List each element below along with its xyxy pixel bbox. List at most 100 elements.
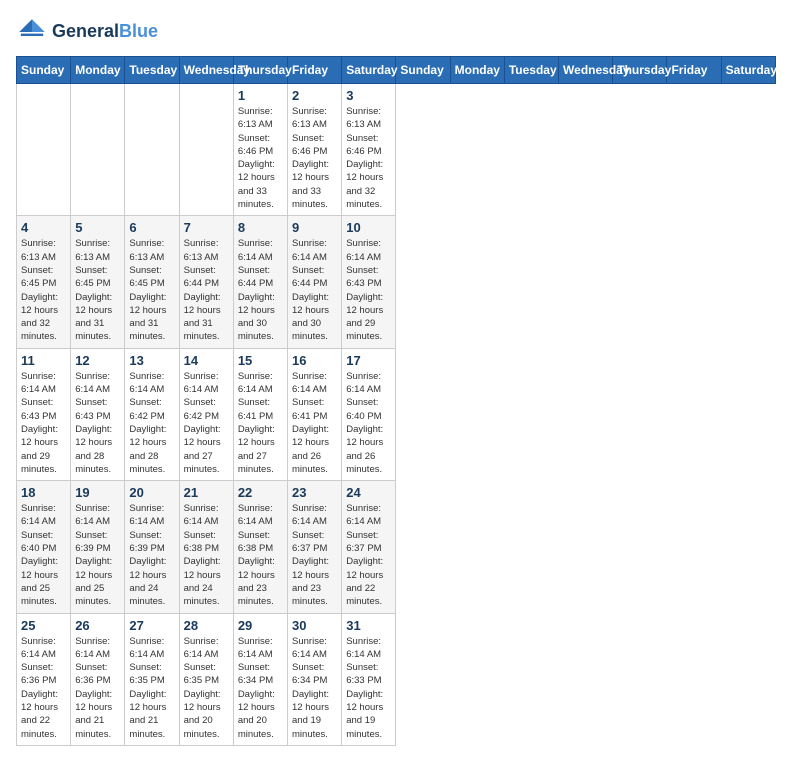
day-cell: 25 Sunrise: 6:14 AM Sunset: 6:36 PM Dayli… [17,613,71,745]
day-info: Sunrise: 6:13 AM Sunset: 6:45 PM Dayligh… [21,237,66,343]
day-cell: 3Sunrise: 6:13 AM Sunset: 6:46 PM Daylig… [342,84,396,216]
col-header-sunday: Sunday [17,57,71,84]
day-info: Sunrise: 6:14 AM Sunset: 6:42 PM Dayligh… [129,370,174,476]
day-cell [17,84,71,216]
logo-text: GeneralBlue [52,22,158,42]
day-info: Sunrise: 6:14 AM Sunset: 6:33 PM Dayligh… [346,635,391,741]
col-header-wednesday: Wednesday [559,57,613,84]
day-cell: 26 Sunrise: 6:14 AM Sunset: 6:36 PM Dayli… [71,613,125,745]
day-number: 17 [346,353,391,368]
day-cell: 2 Sunrise: 6:13 AM Sunset: 6:46 PM Daylig… [288,84,342,216]
day-info: Sunrise: 6:14 AM Sunset: 6:43 PM Dayligh… [75,370,120,476]
col-header-friday: Friday [667,57,721,84]
day-info: Sunrise: 6:13 AM Sunset: 6:46 PM Dayligh… [292,105,337,211]
day-cell: 20 Sunrise: 6:14 AM Sunset: 6:39 PM Dayli… [125,481,179,613]
day-cell: 8Sunrise: 6:14 AM Sunset: 6:44 PM Daylig… [233,216,287,348]
week-row-1: 1 Sunrise: 6:13 AM Sunset: 6:46 PM Daylig… [17,84,776,216]
day-cell: 23 Sunrise: 6:14 AM Sunset: 6:37 PM Dayli… [288,481,342,613]
logo: GeneralBlue [16,16,158,48]
week-row-3: 11 Sunrise: 6:14 AM Sunset: 6:43 PM Dayli… [17,348,776,480]
day-info: Sunrise: 6:13 AM Sunset: 6:45 PM Dayligh… [75,237,120,343]
day-number: 10 [346,220,391,235]
col-header-monday: Monday [450,57,504,84]
day-info: Sunrise: 6:14 AM Sunset: 6:41 PM Dayligh… [238,370,283,476]
col-header-saturday: Saturday [342,57,396,84]
day-cell: 10 Sunrise: 6:14 AM Sunset: 6:43 PM Dayli… [342,216,396,348]
day-cell: 14Sunrise: 6:14 AM Sunset: 6:42 PM Dayli… [179,348,233,480]
day-info: Sunrise: 6:14 AM Sunset: 6:36 PM Dayligh… [75,635,120,741]
page-header: GeneralBlue [16,16,776,48]
col-header-friday: Friday [288,57,342,84]
day-number: 5 [75,220,120,235]
day-number: 18 [21,485,66,500]
day-info: Sunrise: 6:14 AM Sunset: 6:34 PM Dayligh… [238,635,283,741]
day-number: 2 [292,88,337,103]
day-info: Sunrise: 6:14 AM Sunset: 6:38 PM Dayligh… [184,502,229,608]
day-info: Sunrise: 6:14 AM Sunset: 6:44 PM Dayligh… [292,237,337,343]
day-cell: 21 Sunrise: 6:14 AM Sunset: 6:38 PM Dayli… [179,481,233,613]
day-cell: 4Sunrise: 6:13 AM Sunset: 6:45 PM Daylig… [17,216,71,348]
day-info: Sunrise: 6:14 AM Sunset: 6:35 PM Dayligh… [129,635,174,741]
day-info: Sunrise: 6:13 AM Sunset: 6:44 PM Dayligh… [184,237,229,343]
day-info: Sunrise: 6:14 AM Sunset: 6:35 PM Dayligh… [184,635,229,741]
day-cell: 12Sunrise: 6:14 AM Sunset: 6:43 PM Dayli… [71,348,125,480]
day-cell: 30Sunrise: 6:14 AM Sunset: 6:34 PM Dayli… [288,613,342,745]
day-cell: 31 Sunrise: 6:14 AM Sunset: 6:33 PM Dayli… [342,613,396,745]
day-number: 29 [238,618,283,633]
day-cell: 18 Sunrise: 6:14 AM Sunset: 6:40 PM Dayli… [17,481,71,613]
day-info: Sunrise: 6:14 AM Sunset: 6:39 PM Dayligh… [129,502,174,608]
day-cell: 16Sunrise: 6:14 AM Sunset: 6:41 PM Dayli… [288,348,342,480]
day-info: Sunrise: 6:14 AM Sunset: 6:38 PM Dayligh… [238,502,283,608]
day-cell [179,84,233,216]
day-info: Sunrise: 6:14 AM Sunset: 6:39 PM Dayligh… [75,502,120,608]
col-header-saturday: Saturday [721,57,775,84]
col-header-tuesday: Tuesday [504,57,558,84]
day-info: Sunrise: 6:14 AM Sunset: 6:43 PM Dayligh… [21,370,66,476]
day-info: Sunrise: 6:14 AM Sunset: 6:37 PM Dayligh… [292,502,337,608]
col-header-wednesday: Wednesday [179,57,233,84]
day-number: 11 [21,353,66,368]
day-number: 21 [184,485,229,500]
day-number: 27 [129,618,174,633]
day-cell: 28 Sunrise: 6:14 AM Sunset: 6:35 PM Dayli… [179,613,233,745]
day-info: Sunrise: 6:14 AM Sunset: 6:37 PM Dayligh… [346,502,391,608]
week-row-4: 18 Sunrise: 6:14 AM Sunset: 6:40 PM Dayli… [17,481,776,613]
day-number: 26 [75,618,120,633]
day-number: 8 [238,220,283,235]
day-number: 16 [292,353,337,368]
day-cell: 5 Sunrise: 6:13 AM Sunset: 6:45 PM Daylig… [71,216,125,348]
day-info: Sunrise: 6:14 AM Sunset: 6:34 PM Dayligh… [292,635,337,741]
col-header-sunday: Sunday [396,57,450,84]
day-number: 19 [75,485,120,500]
day-cell: 1 Sunrise: 6:13 AM Sunset: 6:46 PM Daylig… [233,84,287,216]
day-number: 15 [238,353,283,368]
day-number: 20 [129,485,174,500]
day-info: Sunrise: 6:14 AM Sunset: 6:40 PM Dayligh… [346,370,391,476]
day-number: 1 [238,88,283,103]
day-cell: 19 Sunrise: 6:14 AM Sunset: 6:39 PM Dayli… [71,481,125,613]
day-number: 31 [346,618,391,633]
day-info: Sunrise: 6:14 AM Sunset: 6:36 PM Dayligh… [21,635,66,741]
day-cell: 22Sunrise: 6:14 AM Sunset: 6:38 PM Dayli… [233,481,287,613]
day-info: Sunrise: 6:13 AM Sunset: 6:45 PM Dayligh… [129,237,174,343]
week-row-5: 25 Sunrise: 6:14 AM Sunset: 6:36 PM Dayli… [17,613,776,745]
day-info: Sunrise: 6:14 AM Sunset: 6:40 PM Dayligh… [21,502,66,608]
day-info: Sunrise: 6:13 AM Sunset: 6:46 PM Dayligh… [238,105,283,211]
day-number: 24 [346,485,391,500]
day-cell: 15 Sunrise: 6:14 AM Sunset: 6:41 PM Dayli… [233,348,287,480]
day-number: 23 [292,485,337,500]
col-header-tuesday: Tuesday [125,57,179,84]
day-cell: 6Sunrise: 6:13 AM Sunset: 6:45 PM Daylig… [125,216,179,348]
day-number: 3 [346,88,391,103]
col-header-thursday: Thursday [233,57,287,84]
day-cell: 7 Sunrise: 6:13 AM Sunset: 6:44 PM Daylig… [179,216,233,348]
day-number: 14 [184,353,229,368]
day-number: 13 [129,353,174,368]
week-row-2: 4Sunrise: 6:13 AM Sunset: 6:45 PM Daylig… [17,216,776,348]
day-info: Sunrise: 6:14 AM Sunset: 6:43 PM Dayligh… [346,237,391,343]
day-cell: 11 Sunrise: 6:14 AM Sunset: 6:43 PM Dayli… [17,348,71,480]
day-cell [125,84,179,216]
day-number: 25 [21,618,66,633]
day-number: 7 [184,220,229,235]
day-number: 28 [184,618,229,633]
